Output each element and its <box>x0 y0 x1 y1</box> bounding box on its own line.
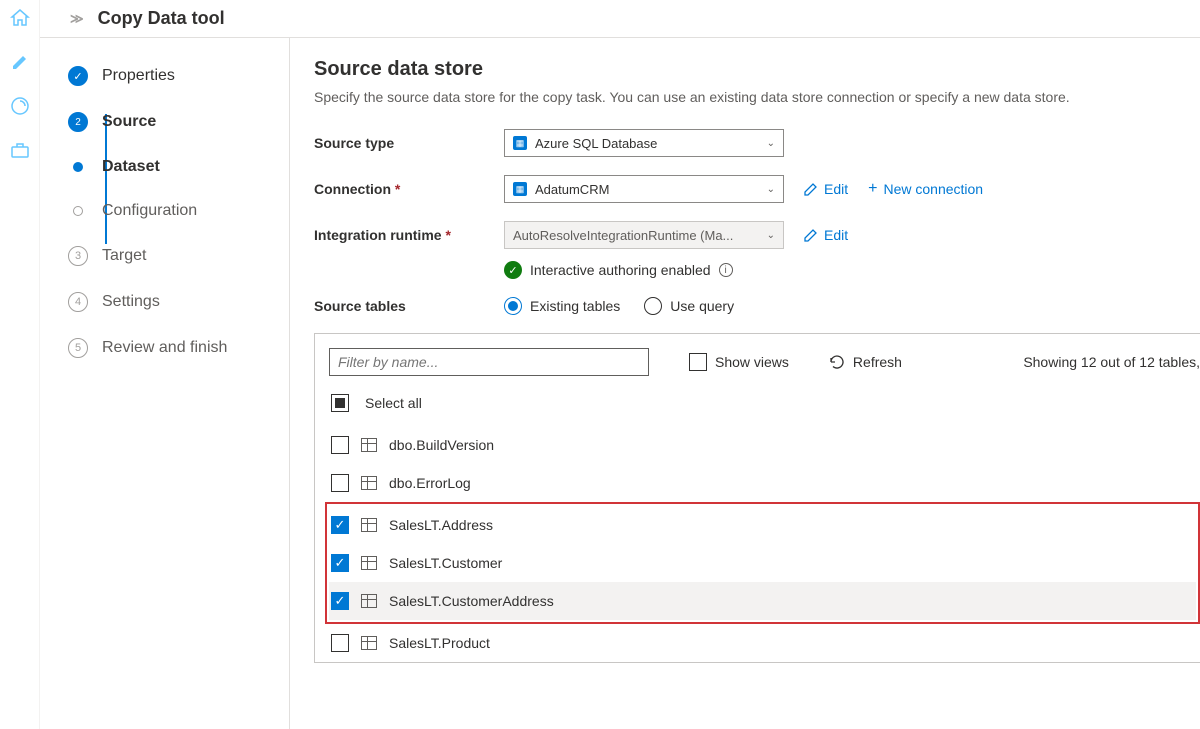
chevron-down-icon: ⌄ <box>767 138 775 149</box>
table-icon <box>361 594 377 608</box>
source-type-label: Source type <box>314 135 504 151</box>
wizard-steps: ✓ Properties 2 Source Dataset Configurat… <box>40 38 290 729</box>
instruction-highlight: ✓ SalesLT.Address ✓ SalesLT.Customer ✓ <box>325 502 1200 624</box>
sql-database-icon: ▦ <box>513 136 527 150</box>
step-connector-line <box>105 114 107 244</box>
pencil-icon <box>804 182 818 196</box>
table-row[interactable]: dbo.ErrorLog <box>329 464 1200 502</box>
table-row[interactable]: ✓ SalesLT.Address <box>329 506 1196 544</box>
showing-count: Showing 12 out of 12 tables, <box>1023 354 1200 370</box>
table-icon <box>361 476 377 490</box>
new-connection-button[interactable]: + New connection <box>868 180 983 198</box>
chevron-down-icon: ⌄ <box>767 184 775 195</box>
step-settings[interactable]: 4 Settings <box>68 292 289 312</box>
sql-database-icon: ▦ <box>513 182 527 196</box>
radio-icon <box>644 297 662 315</box>
page-title: Copy Data tool <box>98 8 225 29</box>
edit-icon[interactable] <box>10 52 30 72</box>
source-type-dropdown[interactable]: ▦ Azure SQL Database ⌄ <box>504 129 784 157</box>
step-review[interactable]: 5 Review and finish <box>68 338 289 358</box>
tables-panel: Show views Refresh Showing 12 out of 12 … <box>314 333 1200 663</box>
info-icon[interactable]: i <box>719 263 733 277</box>
checkbox-checked-icon[interactable]: ✓ <box>331 592 349 610</box>
source-tables-label: Source tables <box>314 298 504 314</box>
substep-dot-icon <box>73 162 83 172</box>
step-properties[interactable]: ✓ Properties <box>68 66 289 86</box>
table-row[interactable]: SalesLT.Product <box>329 624 1200 662</box>
step-source[interactable]: 2 Source <box>68 112 289 132</box>
monitor-icon[interactable] <box>10 96 30 116</box>
select-all-row[interactable]: Select all <box>331 394 1200 412</box>
checkbox-checked-icon[interactable]: ✓ <box>331 516 349 534</box>
substep-dot-icon <box>73 206 83 216</box>
left-rail <box>0 0 40 729</box>
radio-icon <box>504 297 522 315</box>
main-heading: Source data store <box>314 58 1200 81</box>
connection-dropdown[interactable]: ▦ AdatumCRM ⌄ <box>504 175 784 203</box>
checkbox-icon[interactable] <box>331 474 349 492</box>
connection-label: Connection * <box>314 181 504 197</box>
source-tables-radio-group: Existing tables Use query <box>504 297 734 315</box>
authoring-status: ✓ Interactive authoring enabled i <box>504 261 1200 279</box>
checkbox-checked-icon[interactable]: ✓ <box>331 554 349 572</box>
pencil-icon <box>804 228 818 242</box>
step-target[interactable]: 3 Target <box>68 246 289 266</box>
table-icon <box>361 438 377 452</box>
main-panel: Source data store Specify the source dat… <box>290 38 1200 729</box>
checkbox-icon[interactable] <box>331 436 349 454</box>
refresh-button[interactable]: Refresh <box>829 354 902 370</box>
radio-use-query[interactable]: Use query <box>644 297 734 315</box>
table-row[interactable]: dbo.BuildVersion <box>329 426 1200 464</box>
table-row[interactable]: ✓ SalesLT.CustomerAddress <box>329 582 1196 620</box>
collapse-icon[interactable]: ≫ <box>70 11 84 27</box>
step-dataset[interactable]: Dataset <box>68 158 289 176</box>
step-number-icon: 3 <box>68 246 88 266</box>
runtime-dropdown[interactable]: AutoResolveIntegrationRuntime (Ma... ⌄ <box>504 221 784 249</box>
chevron-down-icon: ⌄ <box>767 230 775 241</box>
table-icon <box>361 518 377 532</box>
toolbox-icon[interactable] <box>10 140 30 160</box>
home-icon[interactable] <box>10 8 30 28</box>
table-row[interactable]: ✓ SalesLT.Customer <box>329 544 1196 582</box>
step-number-icon: 5 <box>68 338 88 358</box>
edit-connection-button[interactable]: Edit <box>804 181 848 197</box>
step-configuration[interactable]: Configuration <box>68 202 289 220</box>
step-number-icon: 4 <box>68 292 88 312</box>
main-subtitle: Specify the source data store for the co… <box>314 89 1200 105</box>
checkbox-indeterminate-icon[interactable] <box>331 394 349 412</box>
checkbox-icon[interactable] <box>331 634 349 652</box>
plus-icon: + <box>868 180 877 198</box>
show-views-checkbox[interactable]: Show views <box>689 353 789 371</box>
filter-input[interactable] <box>329 348 649 376</box>
check-icon: ✓ <box>68 66 88 86</box>
runtime-label: Integration runtime * <box>314 227 504 243</box>
table-icon <box>361 636 377 650</box>
page-header: ≫ Copy Data tool <box>40 0 1200 38</box>
checkbox-icon <box>689 353 707 371</box>
table-icon <box>361 556 377 570</box>
edit-runtime-button[interactable]: Edit <box>804 227 848 243</box>
success-icon: ✓ <box>504 261 522 279</box>
refresh-icon <box>829 354 845 370</box>
radio-existing-tables[interactable]: Existing tables <box>504 297 620 315</box>
step-number-icon: 2 <box>68 112 88 132</box>
